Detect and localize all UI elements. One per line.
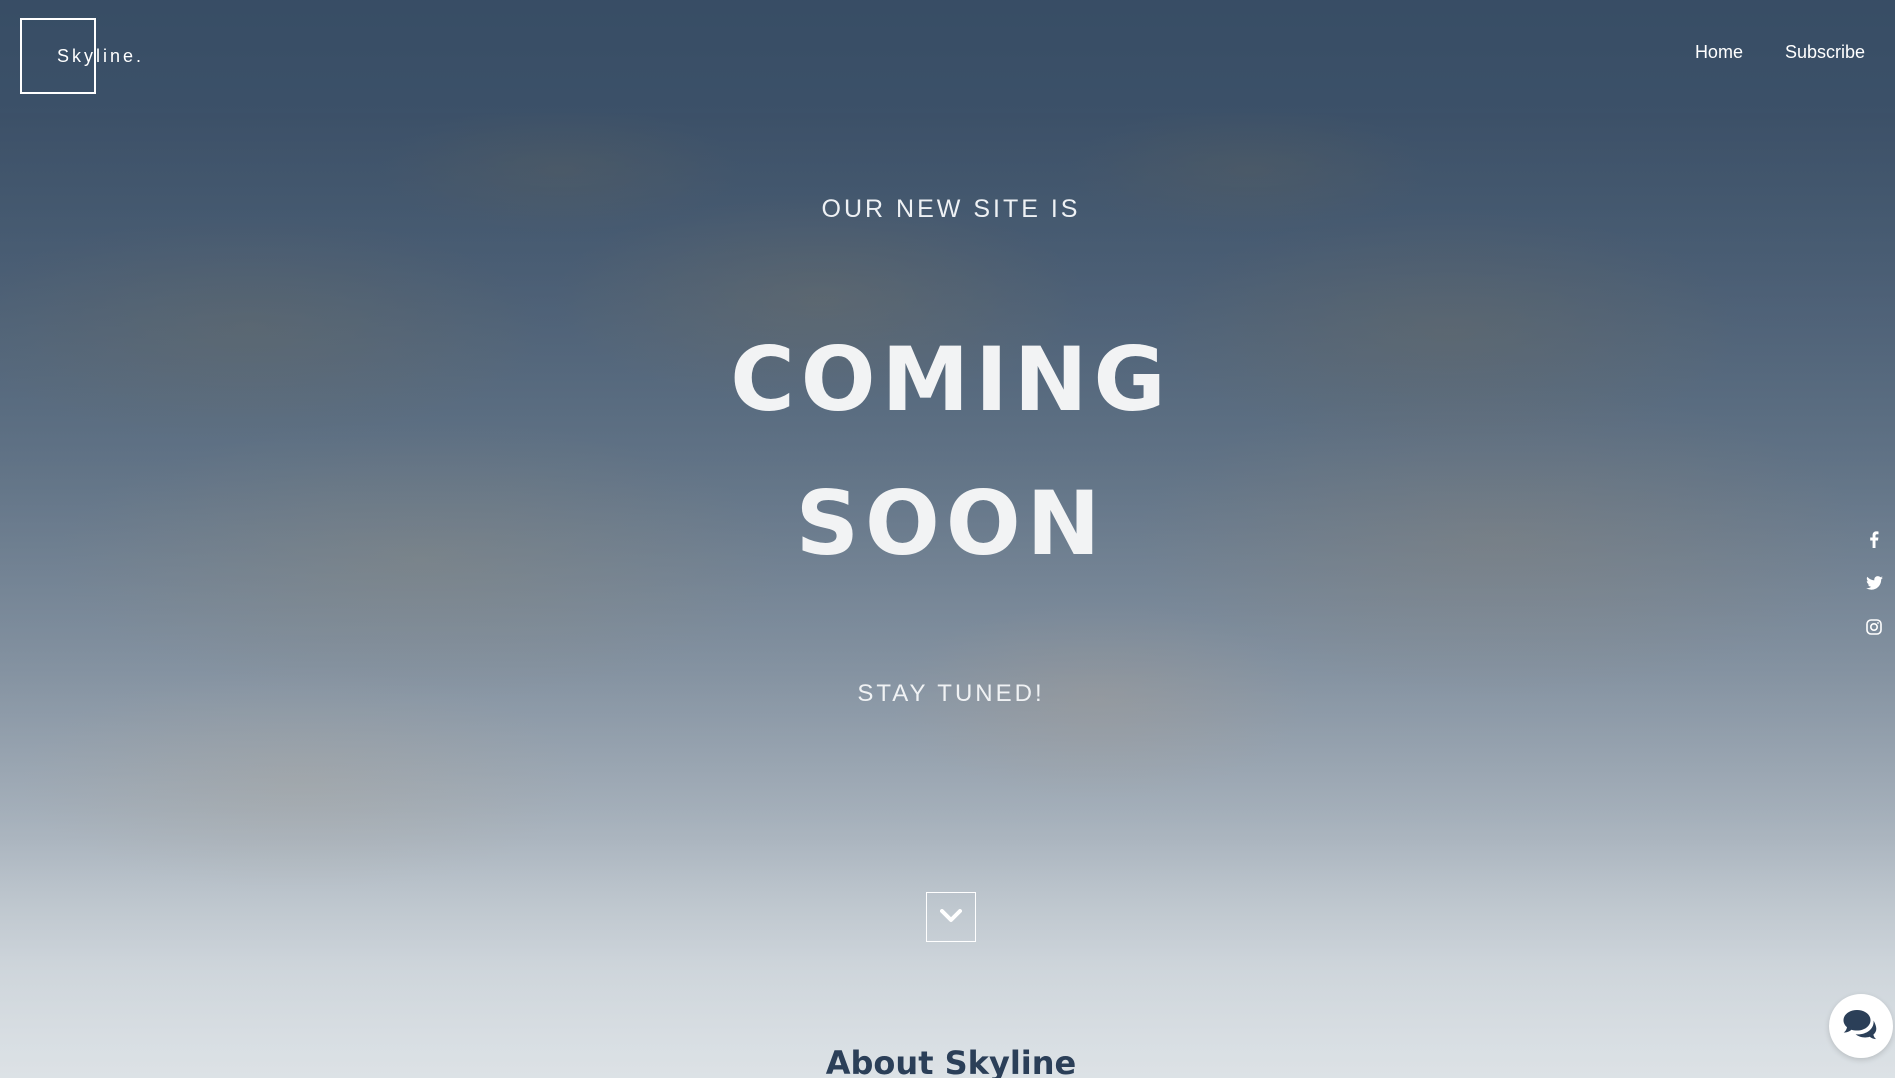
- twitter-icon[interactable]: [1865, 574, 1883, 592]
- chat-button[interactable]: [1829, 994, 1893, 1058]
- nav-subscribe-link[interactable]: Subscribe: [1785, 42, 1865, 63]
- logo-text[interactable]: Skyline.: [57, 46, 144, 67]
- hero-pretitle: OUR NEW SITE IS: [821, 195, 1081, 223]
- about-section-title: About Skyline: [825, 1044, 1077, 1078]
- facebook-icon[interactable]: [1865, 530, 1883, 548]
- hero-tagline: STAY TUNED!: [857, 680, 1045, 707]
- page: Skyline. Home Subscribe OUR NEW SITE IS …: [0, 0, 1895, 1078]
- instagram-icon[interactable]: [1865, 618, 1883, 636]
- chevron-down-icon: [940, 908, 962, 927]
- chat-bubbles-icon: [1842, 1008, 1880, 1044]
- scroll-down-button[interactable]: [926, 892, 976, 942]
- nav-home-link[interactable]: Home: [1695, 42, 1743, 63]
- hero-title-line1: COMING: [730, 328, 1172, 431]
- hero-title-line2: SOON: [795, 472, 1107, 575]
- social-links: [1865, 530, 1883, 636]
- nav-links: Home Subscribe: [1695, 42, 1865, 63]
- navbar: Skyline. Home Subscribe: [0, 0, 1895, 113]
